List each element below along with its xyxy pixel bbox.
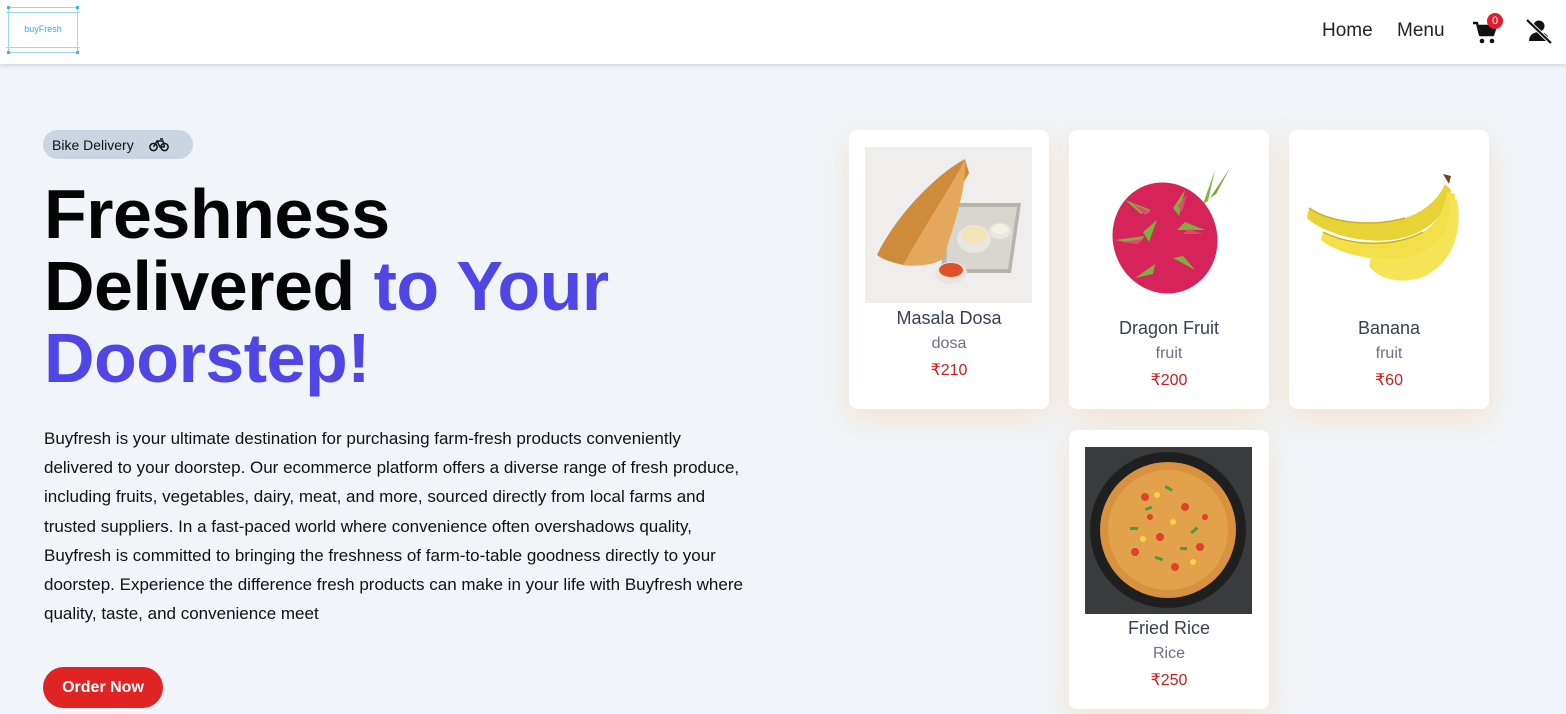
bike-delivery-pill: Bike Delivery — [43, 130, 193, 159]
headline-accent-1: to Your — [373, 247, 610, 325]
masala-dosa-image — [865, 147, 1032, 303]
headline-line-1: Freshness — [44, 175, 390, 253]
nav-home-link[interactable]: Home — [1322, 20, 1373, 42]
product-name: Banana — [1357, 318, 1421, 338]
dragon-fruit-image — [1112, 168, 1230, 294]
headline-line-2: Delivered — [44, 247, 355, 325]
headline-accent-2: Doorstep! — [44, 319, 371, 397]
logo-text: buyFresh — [24, 24, 62, 34]
hero-description: Buyfresh is your ultimate destination fo… — [44, 429, 743, 624]
banana-image — [1307, 174, 1459, 281]
product-card-masala-dosa[interactable]: Masala Dosa dosa ₹210 — [849, 130, 1049, 409]
cart-button[interactable]: 0 — [1472, 13, 1503, 45]
product-card-fried-rice[interactable]: Fried Rice Rice ₹250 — [1069, 430, 1269, 709]
product-name: Masala Dosa — [896, 308, 1002, 328]
product-category: fruit — [1155, 345, 1183, 362]
pill-label: Bike Delivery — [52, 137, 134, 153]
nav-menu-link[interactable]: Menu — [1397, 20, 1445, 42]
fried-rice-image — [1085, 447, 1252, 614]
cart-count-badge: 0 — [1487, 13, 1503, 29]
product-card-dragon-fruit[interactable]: Dragon Fruit fruit ₹200 — [1069, 130, 1269, 409]
product-name: Dragon Fruit — [1118, 318, 1220, 338]
hero-headline: Freshness Delivered to Your Doorstep! — [44, 178, 609, 394]
product-category: dosa — [931, 335, 967, 352]
product-price: ₹60 — [1375, 372, 1403, 389]
bicycle-icon — [149, 138, 169, 152]
product-category: fruit — [1375, 345, 1403, 362]
product-category: Rice — [1152, 645, 1185, 662]
product-card-banana[interactable]: Banana fruit ₹60 — [1289, 130, 1489, 409]
product-name: Fried Rice — [1127, 618, 1211, 638]
product-price: ₹200 — [1150, 372, 1188, 389]
user-slash-icon — [1525, 18, 1553, 45]
product-price: ₹210 — [930, 362, 968, 379]
top-navbar: buyFresh Home Menu 0 — [0, 0, 1566, 64]
brand-logo[interactable]: buyFresh — [6, 6, 80, 54]
product-price: ₹250 — [1150, 672, 1188, 689]
user-account-button[interactable] — [1525, 17, 1553, 45]
order-now-button[interactable]: Order Now — [43, 667, 163, 708]
